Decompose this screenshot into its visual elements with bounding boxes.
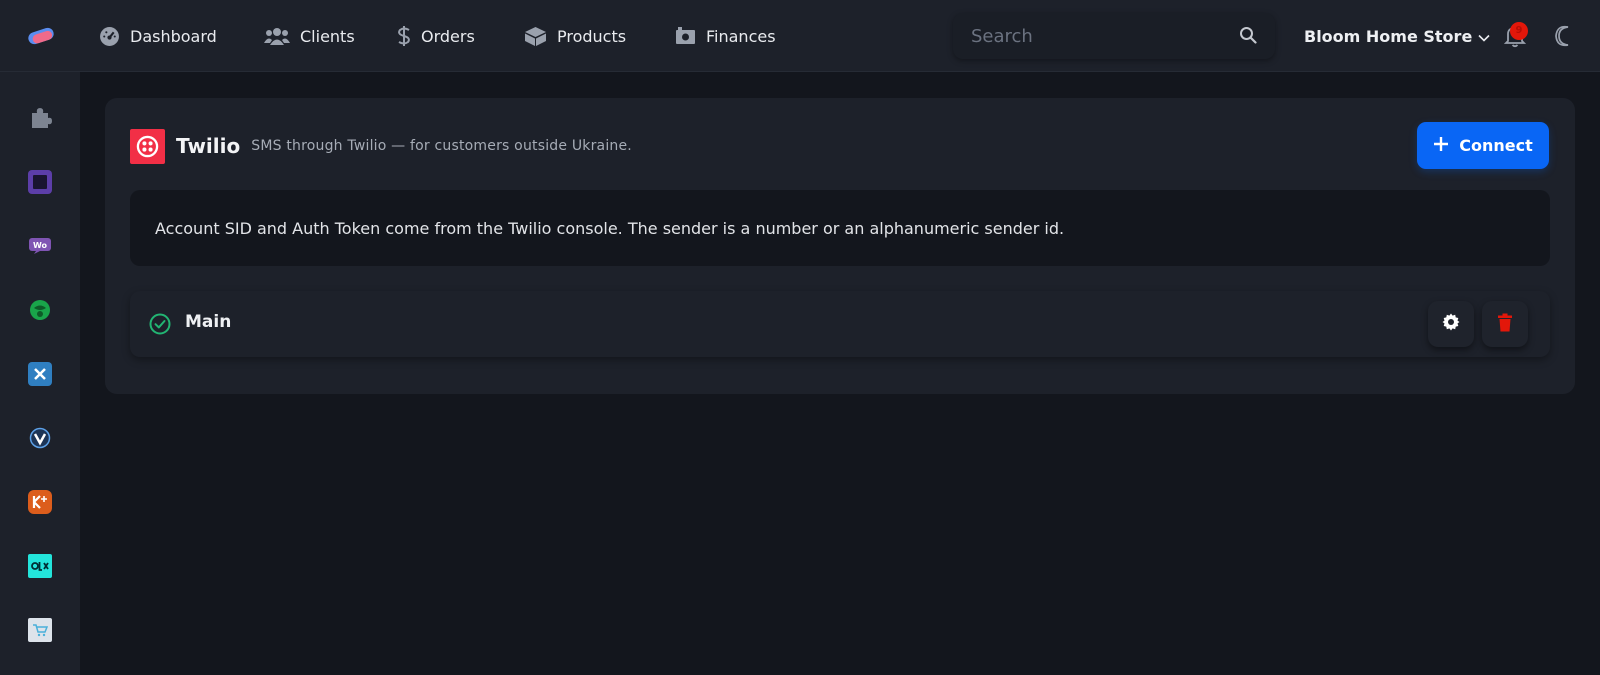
x-app-icon[interactable] bbox=[28, 362, 52, 386]
cart-app-icon[interactable] bbox=[28, 618, 52, 642]
integration-card: Twilio SMS through Twilio — for customer… bbox=[105, 98, 1575, 394]
olx-icon[interactable] bbox=[28, 554, 52, 578]
nav-orders[interactable]: Orders bbox=[397, 22, 475, 50]
woocommerce-icon[interactable]: Wo bbox=[28, 234, 52, 258]
connect-button-label: Connect bbox=[1459, 136, 1533, 155]
account-delete-button[interactable] bbox=[1482, 301, 1528, 347]
twilio-logo-icon bbox=[130, 128, 165, 164]
account-settings-button[interactable] bbox=[1428, 301, 1474, 347]
account-row: Main bbox=[130, 291, 1550, 357]
integration-title: Twilio bbox=[176, 134, 241, 158]
nav-dashboard-label: Dashboard bbox=[130, 26, 217, 46]
integration-description: SMS through Twilio — for customers outsi… bbox=[251, 138, 632, 154]
nav-dashboard[interactable]: Dashboard bbox=[99, 22, 217, 50]
search-box[interactable] bbox=[953, 13, 1275, 59]
trash-icon bbox=[1497, 313, 1513, 336]
nav-products[interactable]: Products bbox=[524, 22, 626, 50]
dollar-icon bbox=[397, 25, 411, 47]
nav-products-label: Products bbox=[557, 26, 627, 46]
account-name: Main bbox=[185, 312, 232, 332]
integration-info-text: Account SID and Auth Token come from the… bbox=[155, 218, 1065, 238]
integration-header: Twilio SMS through Twilio — for customer… bbox=[130, 128, 632, 164]
nav-orders-label: Orders bbox=[421, 26, 475, 46]
box-icon bbox=[524, 26, 547, 47]
top-navigation-bar: Dashboard Clients Orders Products Financ… bbox=[0, 0, 1600, 72]
green-app-icon[interactable] bbox=[28, 298, 52, 322]
dark-mode-moon-icon[interactable] bbox=[1553, 24, 1575, 48]
square-app-icon[interactable] bbox=[28, 170, 52, 194]
connect-button[interactable]: Connect bbox=[1417, 122, 1549, 169]
notifications-badge: 9 bbox=[1510, 22, 1528, 40]
search-input[interactable] bbox=[971, 23, 1231, 49]
search-icon[interactable] bbox=[1239, 26, 1257, 48]
store-name: Bloom Home Store bbox=[1304, 26, 1473, 46]
check-circle-icon bbox=[149, 313, 171, 335]
k-plus-app-icon[interactable] bbox=[28, 490, 52, 514]
integrations-sidebar: Wo bbox=[0, 72, 80, 675]
v-app-icon[interactable] bbox=[28, 426, 52, 450]
svg-text:Wo: Wo bbox=[33, 241, 48, 250]
money-icon bbox=[675, 26, 696, 46]
integration-info-box: Account SID and Auth Token come from the… bbox=[130, 190, 1550, 266]
plus-icon bbox=[1433, 136, 1449, 156]
nav-clients[interactable]: Clients bbox=[264, 22, 355, 50]
gear-icon bbox=[1441, 312, 1461, 336]
dashboard-gauge-icon bbox=[99, 26, 120, 47]
store-switcher[interactable]: Bloom Home Store bbox=[1304, 24, 1490, 48]
nav-clients-label: Clients bbox=[300, 26, 355, 46]
nav-finances-label: Finances bbox=[706, 26, 776, 46]
app-logo-icon[interactable] bbox=[26, 24, 56, 48]
chevron-down-icon bbox=[1478, 27, 1490, 46]
puzzle-icon[interactable] bbox=[28, 106, 52, 130]
nav-finances[interactable]: Finances bbox=[675, 22, 776, 50]
users-icon bbox=[264, 26, 290, 46]
